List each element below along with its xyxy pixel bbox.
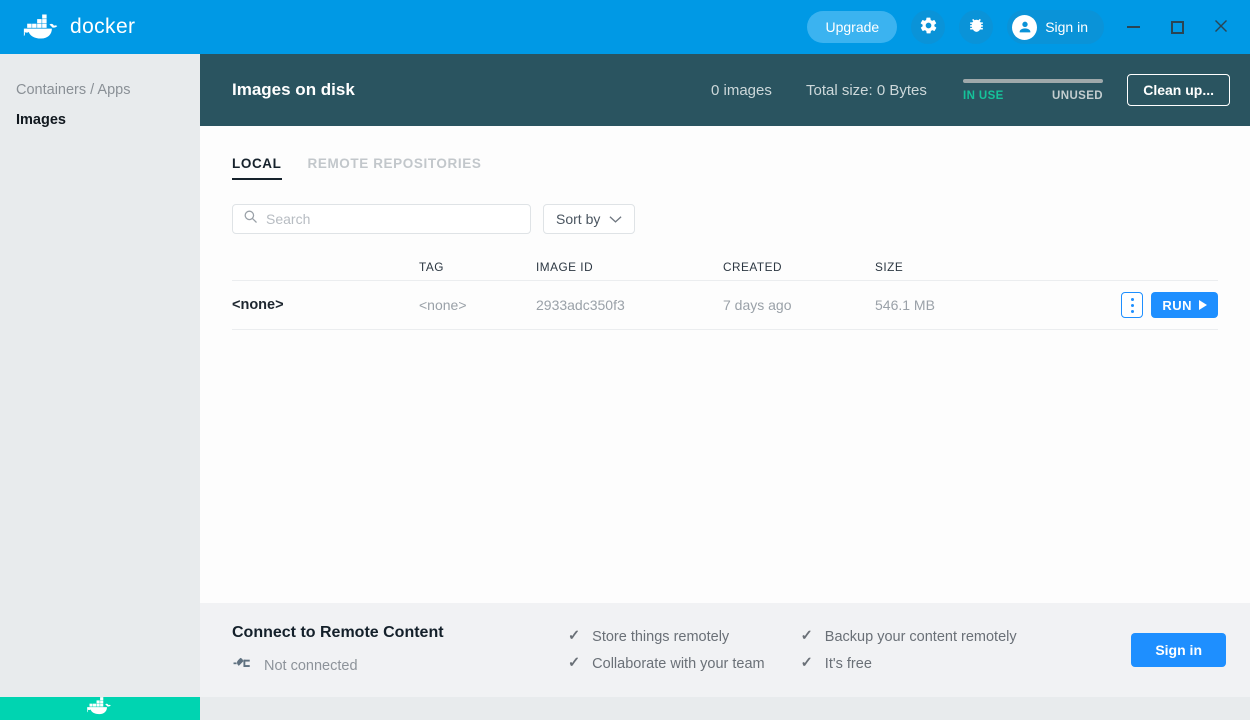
chevron-down-icon xyxy=(609,211,622,227)
connection-status: Not connected xyxy=(232,655,562,677)
titlebar-actions: Upgrade xyxy=(807,10,1250,44)
disk-usage-meter: IN USE UNUSED xyxy=(963,79,1103,102)
signin-button[interactable]: Sign in xyxy=(1007,10,1104,44)
promo-title: Connect to Remote Content xyxy=(232,624,562,642)
row-actions: RUN xyxy=(1121,292,1218,318)
promo-feature-label: Store things remotely xyxy=(592,629,729,645)
person-icon xyxy=(1012,15,1037,40)
connection-status-text: Not connected xyxy=(264,658,358,674)
table-header-row: TAG IMAGE ID CREATED SIZE xyxy=(232,254,1218,280)
sidebar-item-containers-apps[interactable]: Containers / Apps xyxy=(0,75,200,105)
upgrade-button[interactable]: Upgrade xyxy=(807,11,897,43)
window-maximize-button[interactable] xyxy=(1162,12,1192,42)
promo-feature: ✓ Backup your content remotely xyxy=(801,629,1017,645)
sort-by-dropdown[interactable]: Sort by xyxy=(543,204,635,234)
run-label: RUN xyxy=(1162,298,1192,313)
column-header-created: CREATED xyxy=(723,260,875,274)
usage-in-use-label: IN USE xyxy=(963,90,1004,102)
check-icon: ✓ xyxy=(801,656,813,671)
maximize-icon xyxy=(1171,21,1184,34)
cell-tag: <none> xyxy=(419,297,536,313)
search-input[interactable] xyxy=(266,211,520,227)
table-row[interactable]: <none> <none> 2933adc350f3 7 days ago 54… xyxy=(232,280,1218,330)
search-icon xyxy=(243,209,258,229)
promo-signin-button[interactable]: Sign in xyxy=(1131,633,1226,667)
image-count-label: 0 images xyxy=(711,82,772,99)
promo-left: Connect to Remote Content Not connected xyxy=(232,624,562,677)
sidebar: Containers / Apps Images xyxy=(0,54,200,697)
promo-feature-label: Backup your content remotely xyxy=(825,629,1017,645)
status-bar xyxy=(0,697,1250,720)
total-size-label: Total size: 0 Bytes xyxy=(806,82,927,99)
gear-icon xyxy=(919,16,938,38)
settings-button[interactable] xyxy=(911,10,945,44)
run-button[interactable]: RUN xyxy=(1151,292,1218,318)
promo-feature: ✓ It's free xyxy=(801,656,1017,672)
page-title: Images on disk xyxy=(232,80,355,100)
check-icon: ✓ xyxy=(801,629,813,644)
column-header-size: SIZE xyxy=(875,260,1218,274)
promo-feature-label: Collaborate with your team xyxy=(592,656,764,672)
title-bar: docker Upgrade xyxy=(0,0,1250,54)
bug-icon xyxy=(967,16,986,38)
docker-brand: docker xyxy=(22,13,135,41)
sort-by-label: Sort by xyxy=(556,211,600,227)
window-minimize-button[interactable] xyxy=(1118,12,1148,42)
close-icon xyxy=(1213,18,1229,37)
clean-up-button[interactable]: Clean up... xyxy=(1127,74,1230,106)
promo-feature-label: It's free xyxy=(825,656,872,672)
report-bug-button[interactable] xyxy=(959,10,993,44)
check-icon: ✓ xyxy=(568,629,580,644)
search-box[interactable] xyxy=(232,204,531,234)
promo-features-column-1: ✓ Store things remotely ✓ Collaborate wi… xyxy=(568,629,765,672)
tab-local[interactable]: LOCAL xyxy=(232,156,282,180)
plug-disconnected-icon xyxy=(232,655,252,677)
column-header-image-id: IMAGE ID xyxy=(536,260,723,274)
cell-image-id: 2933adc350f3 xyxy=(536,297,723,313)
tab-bar: LOCAL REMOTE REPOSITORIES xyxy=(200,126,1250,180)
promo-feature: ✓ Store things remotely xyxy=(568,629,765,645)
promo-features-column-2: ✓ Backup your content remotely ✓ It's fr… xyxy=(801,629,1017,672)
docker-desktop-window: docker Upgrade xyxy=(0,0,1250,720)
main-content: LOCAL REMOTE REPOSITORIES Sort by xyxy=(200,126,1250,603)
play-icon xyxy=(1199,300,1207,310)
sidebar-item-images[interactable]: Images xyxy=(0,105,200,135)
column-header-tag: TAG xyxy=(419,260,536,274)
brand-label: docker xyxy=(70,15,135,39)
usage-legend: IN USE UNUSED xyxy=(963,90,1103,102)
docker-whale-icon xyxy=(86,696,114,720)
page-header: Images on disk 0 images Total size: 0 By… xyxy=(200,54,1250,126)
check-icon: ✓ xyxy=(568,656,580,671)
more-vertical-icon[interactable] xyxy=(1121,292,1143,318)
usage-bar-track xyxy=(963,79,1103,83)
tab-remote-repositories[interactable]: REMOTE REPOSITORIES xyxy=(308,156,482,180)
usage-unused-label: UNUSED xyxy=(1052,90,1103,102)
docker-status-indicator[interactable] xyxy=(0,697,200,720)
cell-size: 546.1 MB xyxy=(875,297,1121,313)
cell-created: 7 days ago xyxy=(723,297,875,313)
filter-bar: Sort by xyxy=(200,180,1250,234)
cell-image-name: <none> xyxy=(232,297,419,313)
window-close-button[interactable] xyxy=(1206,12,1236,42)
minimize-icon xyxy=(1127,26,1140,28)
signin-label: Sign in xyxy=(1045,19,1088,35)
remote-content-promo: Connect to Remote Content Not connected … xyxy=(200,603,1250,697)
promo-feature: ✓ Collaborate with your team xyxy=(568,656,765,672)
images-table: TAG IMAGE ID CREATED SIZE <none> <none> … xyxy=(232,254,1218,330)
docker-whale-icon xyxy=(22,13,62,41)
